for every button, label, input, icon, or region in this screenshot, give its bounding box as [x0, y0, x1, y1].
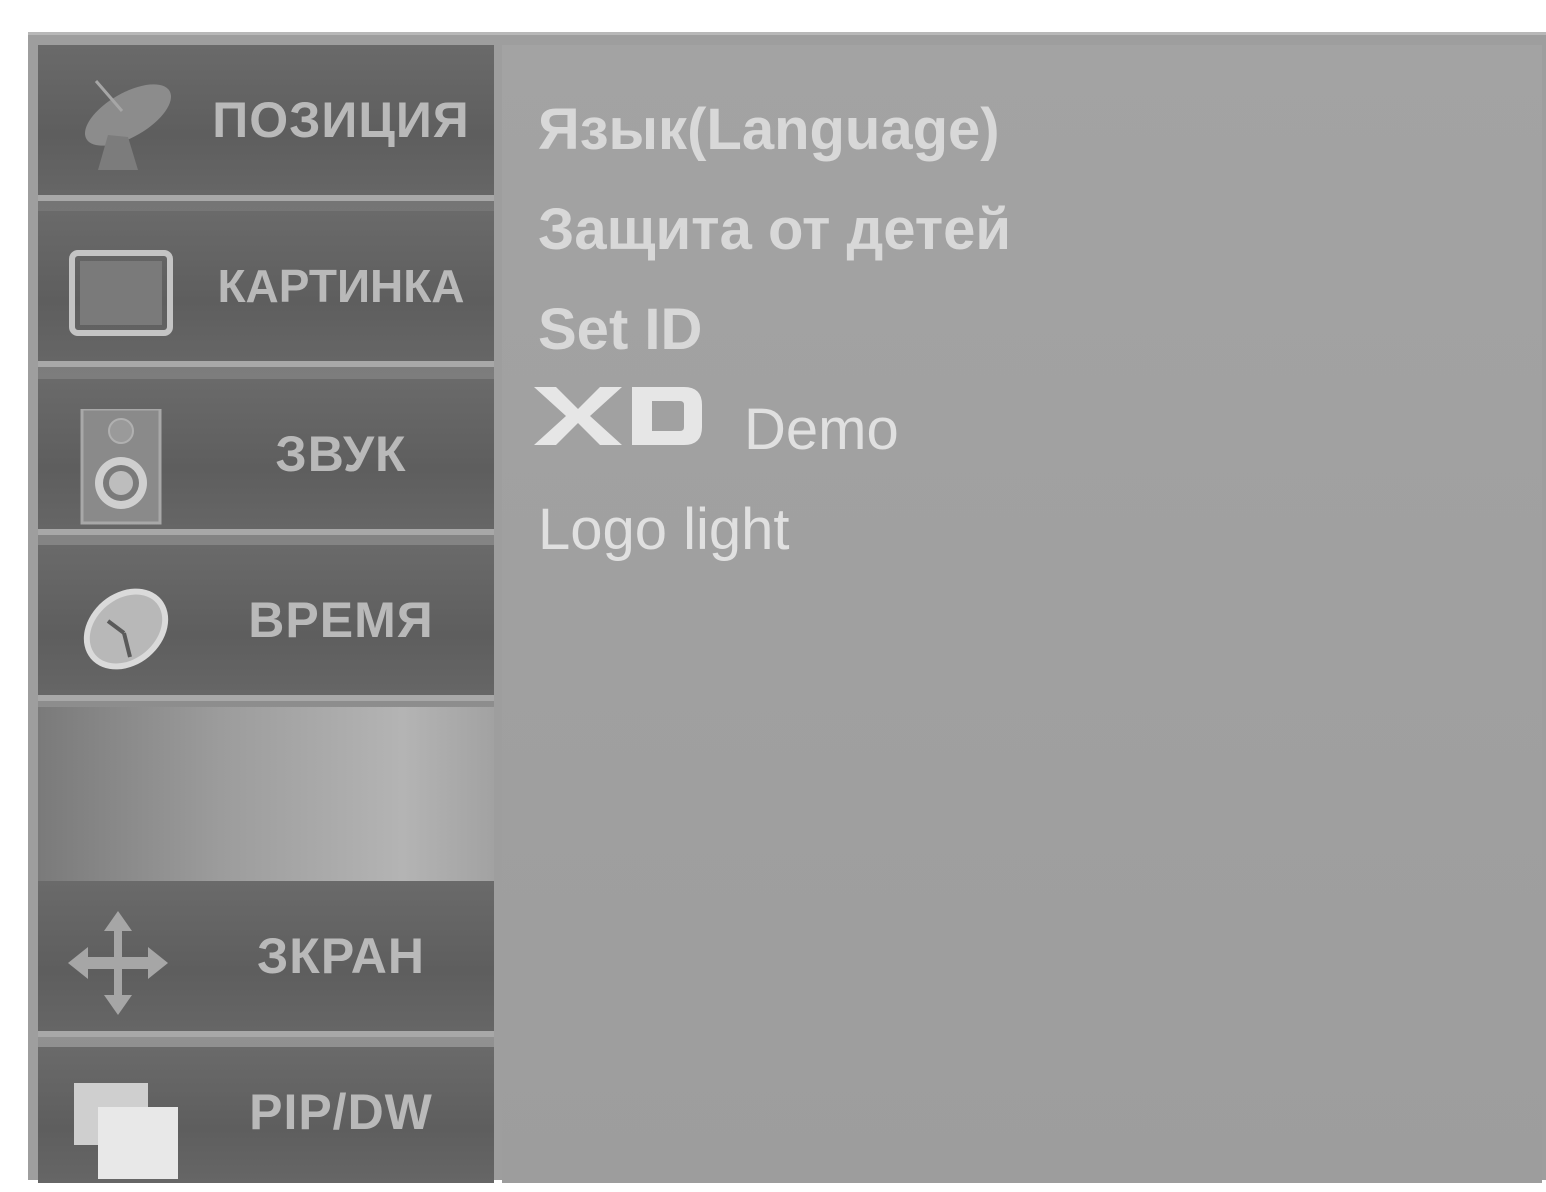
xd-logo-icon	[534, 383, 704, 473]
sidebar-empty-area	[38, 707, 494, 881]
osd-menu-window: ПОЗИЦИЯ КАРТИНКА ЗВУК ВРЕМЯ ЗКРАН PIP/DW…	[28, 32, 1546, 1183]
sidebar-item-sound[interactable]: ЗВУК	[38, 379, 494, 535]
sidebar-item-screen[interactable]: ЗКРАН	[38, 881, 494, 1037]
option-menu-panel: Язык(Language) Защита от детей Set ID De…	[502, 45, 1542, 1183]
menu-item-label: Demo	[744, 397, 899, 462]
picture-frame-icon	[68, 241, 178, 341]
sidebar-item-label: ВРЕМЯ	[248, 592, 434, 648]
sidebar-item-position[interactable]: ПОЗИЦИЯ	[38, 45, 494, 201]
menu-item-logo-light[interactable]: Logo light	[538, 485, 790, 575]
sidebar-item-time[interactable]: ВРЕМЯ	[38, 545, 494, 701]
sidebar-item-label: КАРТИНКА	[217, 260, 465, 312]
menu-item-set-id[interactable]: Set ID	[538, 285, 702, 375]
sidebar: ПОЗИЦИЯ КАРТИНКА ЗВУК ВРЕМЯ ЗКРАН PIP/DW	[38, 45, 494, 1183]
sidebar-item-pip-dw[interactable]: PIP/DW	[38, 1047, 494, 1183]
pip-windows-icon	[68, 1077, 178, 1179]
move-arrows-icon	[68, 911, 178, 1015]
sidebar-item-label: ЗВУК	[275, 426, 407, 482]
clock-icon	[68, 575, 178, 675]
sidebar-item-label: ЗКРАН	[256, 928, 425, 984]
speaker-icon	[68, 407, 178, 525]
menu-item-child-lock[interactable]: Защита от детей	[538, 185, 1011, 275]
satellite-dish-icon	[68, 75, 178, 175]
sidebar-item-picture[interactable]: КАРТИНКА	[38, 211, 494, 367]
sidebar-item-label: ПОЗИЦИЯ	[212, 92, 470, 148]
sidebar-item-label: PIP/DW	[249, 1084, 433, 1140]
menu-item-language[interactable]: Язык(Language)	[538, 85, 1000, 175]
menu-item-xd-demo[interactable]: Demo	[534, 385, 899, 475]
